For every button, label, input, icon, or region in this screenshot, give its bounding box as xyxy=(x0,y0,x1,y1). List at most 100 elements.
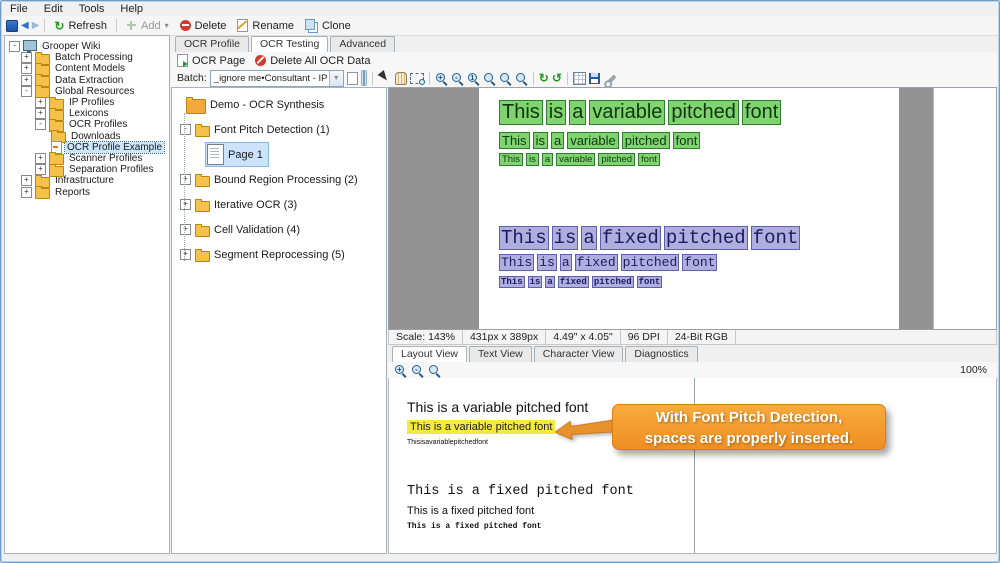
delete-all-ocr-data-button[interactable]: Delete All OCR Data xyxy=(255,55,370,67)
tree-label: Grooper Wiki xyxy=(40,41,102,52)
ocr-word: pitched xyxy=(621,254,680,271)
layout-zoom-toolbar: 100% xyxy=(388,362,997,379)
tab-ocr-profile[interactable]: OCR Profile xyxy=(175,36,249,52)
zoom-fit-page-icon[interactable] xyxy=(483,72,496,85)
expander-expand-icon[interactable] xyxy=(21,63,32,74)
batch-node-cell-validation[interactable]: Cell Validation (4) xyxy=(172,217,386,242)
refresh-button[interactable]: ↻ Refresh xyxy=(50,19,111,33)
ocr-word: This xyxy=(499,254,534,271)
rotate-ccw-icon[interactable]: ↺ xyxy=(552,72,562,84)
zoom-fit-icon[interactable] xyxy=(428,364,441,377)
batch-view-toggle[interactable] xyxy=(361,70,367,86)
layout-text-variable-highlighted: This is a variable pitched font xyxy=(407,420,555,434)
batch-node-iterative-ocr[interactable]: Iterative OCR (3) xyxy=(172,192,386,217)
tree-node-reports[interactable]: Reports xyxy=(5,186,169,197)
tree-node-ocr-profile-example[interactable]: OCR Profile Example xyxy=(5,142,169,153)
tab-advanced[interactable]: Advanced xyxy=(330,36,395,52)
zoom-fit-height-icon[interactable] xyxy=(515,72,528,85)
save-icon[interactable] xyxy=(589,73,600,84)
menu-tools[interactable]: Tools xyxy=(71,2,113,16)
hand-tool-icon[interactable] xyxy=(395,72,407,85)
batch-node-font-pitch-detection[interactable]: Font Pitch Detection (1) xyxy=(172,117,386,142)
tab-text-view[interactable]: Text View xyxy=(469,346,532,362)
add-button[interactable]: Add ▾ xyxy=(122,19,173,33)
batch-node-label: Segment Reprocessing (5) xyxy=(214,249,345,261)
ocr-page-button[interactable]: OCR Page xyxy=(177,54,245,67)
rename-button[interactable]: Rename xyxy=(233,18,298,33)
batch-open-icon[interactable] xyxy=(347,72,358,85)
expander-collapse-icon[interactable] xyxy=(21,86,32,97)
expander-expand-icon[interactable] xyxy=(21,52,32,63)
menu-edit[interactable]: Edit xyxy=(36,2,71,16)
batch-node-label: Demo - OCR Synthesis xyxy=(210,99,324,111)
tree-node-infrastructure[interactable]: Infrastructure xyxy=(5,175,169,186)
expander-expand-icon[interactable] xyxy=(35,153,46,164)
no-entry-icon xyxy=(255,55,266,66)
expander-expand-icon[interactable] xyxy=(35,108,46,119)
expander-expand-icon[interactable] xyxy=(35,97,46,108)
batch-node-bound-region-processing[interactable]: Bound Region Processing (2) xyxy=(172,167,386,192)
tab-character-view[interactable]: Character View xyxy=(534,346,624,362)
tree-label: OCR Profile Example xyxy=(65,142,164,153)
tree-node-scanner-profiles[interactable]: Scanner Profiles xyxy=(5,153,169,164)
status-inch-size: 4.49" x 4.05" xyxy=(546,330,620,344)
delete-button[interactable]: Delete xyxy=(176,19,231,33)
tree-node-batch-processing[interactable]: Batch Processing xyxy=(5,52,169,63)
ocr-word: variable xyxy=(556,153,595,166)
tree-node-ocr-profiles[interactable]: OCR Profiles xyxy=(5,119,169,130)
expander-expand-icon[interactable] xyxy=(21,75,32,86)
tree-node-content-models[interactable]: Content Models xyxy=(5,63,169,74)
rotate-cw-icon[interactable]: ↻ xyxy=(539,72,549,84)
tree-node-global-resources[interactable]: Global Resources xyxy=(5,86,169,97)
tab-layout-view[interactable]: Layout View xyxy=(392,346,467,363)
batch-select[interactable]: _ignore me•Consultant - IP and OCR... ▾ xyxy=(210,70,344,87)
zoom-out-icon[interactable] xyxy=(411,364,424,377)
nav-forward-icon[interactable]: ▶ xyxy=(32,21,40,31)
settings-wrench-icon[interactable] xyxy=(605,74,616,85)
batch-select-value: _ignore me•Consultant - IP and OCR... xyxy=(211,73,329,84)
ocr-line-fixed-small: Thisisafixedpitchedfont xyxy=(499,276,665,288)
batch-node-segment-reprocessing[interactable]: Segment Reprocessing (5) xyxy=(172,242,386,267)
ocr-word: a xyxy=(581,226,596,250)
nav-back-icon[interactable]: ◀ xyxy=(21,21,29,31)
ocr-word: is xyxy=(526,153,539,166)
pointer-tool-icon[interactable] xyxy=(377,70,392,86)
toolbar-separator xyxy=(533,72,534,85)
delete-label: Delete xyxy=(195,20,227,32)
tree-node-data-extraction[interactable]: Data Extraction xyxy=(5,75,169,86)
image-viewer[interactable]: Thisisavariablepitchedfont Thisisavariab… xyxy=(388,87,997,330)
expander-expand-icon[interactable] xyxy=(21,175,32,186)
rename-icon xyxy=(237,19,248,32)
zoom-out-icon[interactable] xyxy=(451,72,464,85)
tab-ocr-testing[interactable]: OCR Testing xyxy=(251,36,328,53)
tree-node-grooper-wiki[interactable]: Grooper Wiki xyxy=(5,41,169,52)
tree-node-ip-profiles[interactable]: IP Profiles xyxy=(5,97,169,108)
expander-collapse-icon[interactable] xyxy=(35,119,46,130)
tab-diagnostics[interactable]: Diagnostics xyxy=(625,346,697,362)
expander-expand-icon[interactable] xyxy=(21,187,32,198)
expander-expand-icon[interactable] xyxy=(35,164,46,175)
toolbar-separator xyxy=(429,72,430,85)
status-pixel-size: 431px x 389px xyxy=(463,330,546,344)
tree-node-separation-profiles[interactable]: Separation Profiles xyxy=(5,164,169,175)
zoom-marquee-icon[interactable] xyxy=(410,73,424,84)
expander-collapse-icon[interactable] xyxy=(9,41,20,52)
zoom-in-icon[interactable] xyxy=(435,72,448,85)
document-page[interactable]: Thisisavariablepitchedfont Thisisavariab… xyxy=(479,88,899,329)
tree-node-downloads[interactable]: Downloads xyxy=(5,131,169,142)
zoom-fit-width-icon[interactable] xyxy=(499,72,512,85)
clone-button[interactable]: Clone xyxy=(301,18,355,34)
zoom-actual-size-icon[interactable] xyxy=(467,72,480,85)
menu-file[interactable]: File xyxy=(2,2,36,16)
grid-view-icon[interactable] xyxy=(573,72,586,85)
tree-node-lexicons[interactable]: Lexicons xyxy=(5,108,169,119)
combo-dropdown-button[interactable]: ▾ xyxy=(329,71,343,86)
layout-view-panel[interactable]: This is a variable pitched font This is … xyxy=(388,378,997,554)
batch-node-page-1[interactable]: Page 1 xyxy=(172,142,386,167)
folder-icon xyxy=(195,176,210,187)
zoom-in-icon[interactable] xyxy=(394,364,407,377)
menu-help[interactable]: Help xyxy=(112,2,151,16)
batch-label: Batch: xyxy=(177,72,207,84)
layout-text-variable-nospaces: Thisisavariablepitchedfont xyxy=(407,439,488,446)
batch-node-root[interactable]: Demo - OCR Synthesis xyxy=(172,92,386,117)
